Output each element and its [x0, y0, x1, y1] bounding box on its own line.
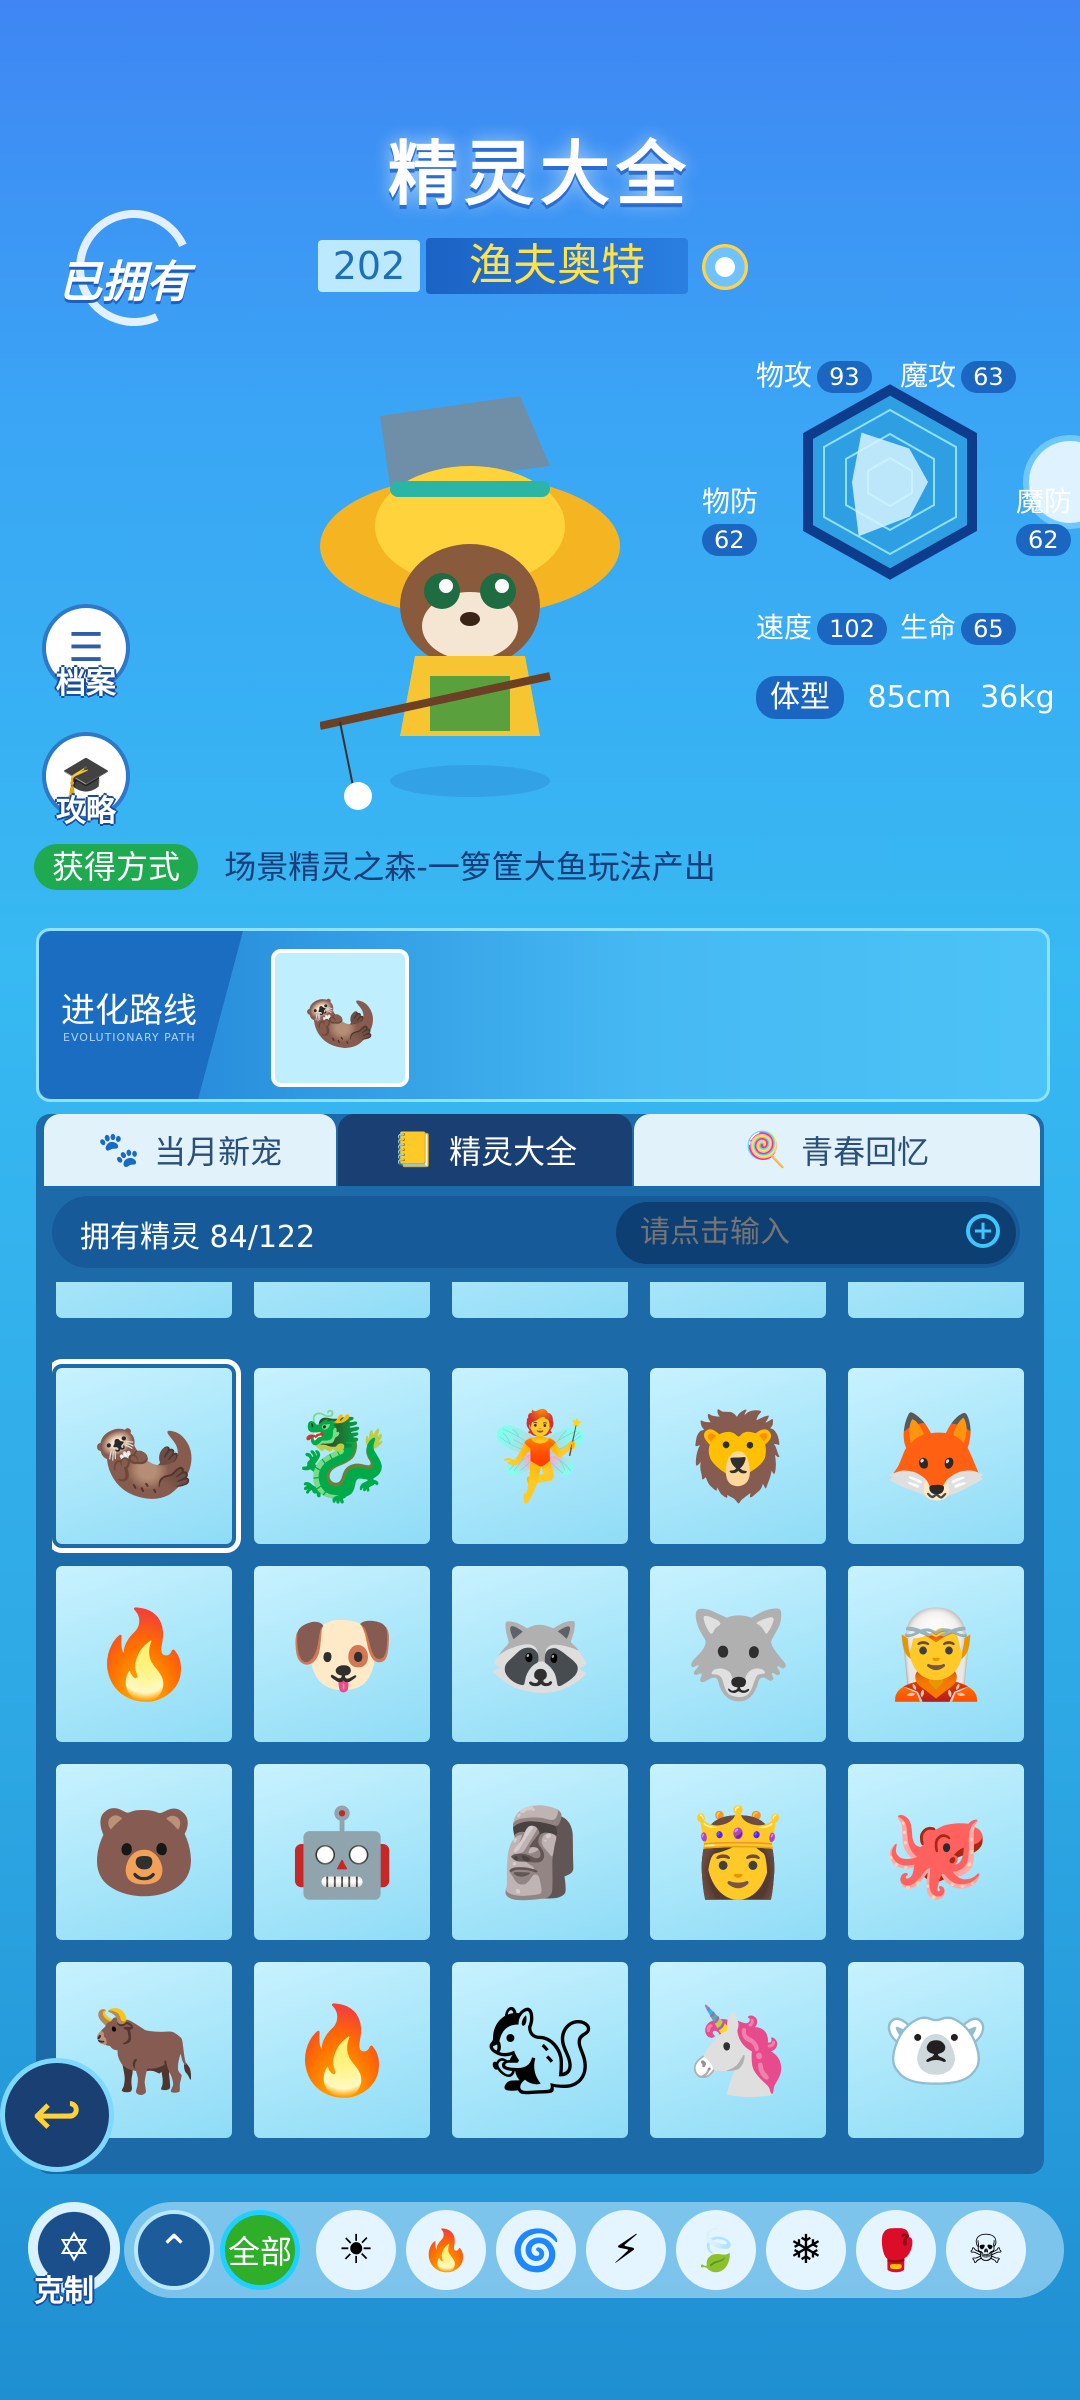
- pet-thumbnail: 🐂: [90, 2000, 198, 2101]
- pet-thumbnail: 🐶: [288, 1604, 396, 1705]
- pet-card[interactable]: [56, 1282, 232, 1318]
- ice-icon[interactable]: ❄: [766, 2210, 846, 2290]
- search-input[interactable]: [638, 1210, 942, 1256]
- stat-mag-def: 魔防 62: [1016, 485, 1073, 556]
- grass-icon[interactable]: 🍃: [676, 2210, 756, 2290]
- tab-bar: 🐾 当月新宠 📒 精灵大全 🍭 青春回忆: [44, 1114, 1040, 1186]
- owned-badge: 已拥有: [58, 193, 209, 343]
- pet-card[interactable]: 🐶: [254, 1566, 430, 1742]
- pet-thumbnail: 🐻: [90, 1802, 198, 1903]
- pet-thumbnail: 🗿: [486, 1802, 594, 1903]
- owned-count: 拥有精灵 84/122: [80, 1220, 316, 1255]
- stat-speed: 速度 102: [756, 606, 887, 646]
- pet-thumbnail: 🦦: [90, 1406, 198, 1507]
- poison-icon[interactable]: ☠: [946, 2210, 1026, 2290]
- obtain-label: 获得方式: [34, 844, 199, 890]
- evolution-title: 进化路线: [61, 991, 197, 1031]
- pet-thumbnail: 🐿: [485, 2000, 595, 2101]
- tab-pet-encyclopedia[interactable]: 📒 精灵大全: [338, 1114, 632, 1186]
- pet-thumbnail: 🦄: [684, 2000, 792, 2101]
- pet-name: 渔夫奥特: [426, 238, 688, 294]
- fire-icon[interactable]: 🔥: [406, 2210, 486, 2290]
- pet-thumbnail: 🧚: [486, 1406, 594, 1507]
- paw-icon: 🐾: [97, 1130, 141, 1170]
- pet-thumbnail: 🦝: [486, 1604, 594, 1705]
- pet-card[interactable]: 🧚: [452, 1368, 628, 1544]
- owned-badge-label: 已拥有: [58, 257, 190, 308]
- pet-card[interactable]: 🐻: [56, 1764, 232, 1940]
- pet-number: 202: [318, 240, 420, 292]
- light-icon[interactable]: ☀: [316, 2210, 396, 2290]
- pet-card[interactable]: 🦝: [452, 1566, 628, 1742]
- tab-youth-memories[interactable]: 🍭 青春回忆: [634, 1114, 1040, 1186]
- water-element-icon[interactable]: [702, 244, 748, 290]
- pet-thumbnail: 🤖: [288, 1802, 396, 1903]
- collapse-up-icon[interactable]: ⌃: [134, 2210, 214, 2290]
- pet-thumbnail: 🐻‍❄: [882, 2000, 990, 2101]
- body-type: 体型 85cm 36kg: [756, 672, 1055, 719]
- back-button[interactable]: ↩: [0, 2058, 114, 2172]
- lollipop-icon: 🍭: [744, 1130, 788, 1170]
- guide-button[interactable]: 🎓 攻略: [42, 732, 130, 829]
- archive-label: 档案: [56, 666, 116, 701]
- electric-icon[interactable]: ⚡: [586, 2210, 666, 2290]
- pet-card[interactable]: 🔥: [254, 1962, 430, 2138]
- evolution-subtitle: EVOLUTIONARY PATH: [63, 1031, 196, 1044]
- evolution-panel: 进化路线 EVOLUTIONARY PATH 🦦: [36, 928, 1050, 1102]
- body-weight: 36kg: [980, 680, 1055, 715]
- pet-card[interactable]: 👸: [650, 1764, 826, 1940]
- pet-thumbnail: 🐺: [684, 1604, 792, 1705]
- obtain-text: 场景精灵之森-一箩筐大鱼玩法产出: [224, 848, 716, 886]
- filter-all-button[interactable]: 全部: [220, 2210, 300, 2290]
- counter-label: 克制: [34, 2274, 94, 2309]
- tab-monthly-new[interactable]: 🐾 当月新宠: [44, 1114, 336, 1186]
- page-title: 精灵大全: [388, 133, 692, 215]
- pet-grid: 🦦 🐉 🧚 🦁 🦊 🔥 🐶 🦝 🐺 🧝 🐻 🤖 🗿 👸 🐙 🐂 🔥 🐿 🦄 🐻‍❄: [52, 1282, 1028, 2172]
- pet-card[interactable]: 🧝: [848, 1566, 1024, 1742]
- pet-card[interactable]: [254, 1282, 430, 1318]
- stats-radar: 物攻 93 魔攻 63 物防 62 魔防 62 速度 102 生命 65: [690, 340, 1080, 660]
- pet-thumbnail: 🐙: [882, 1802, 990, 1903]
- pet-thumbnail: 🐉: [288, 1406, 396, 1507]
- pet-card[interactable]: 🦦: [52, 1359, 241, 1553]
- body-type-label: 体型: [756, 676, 844, 719]
- search-icon[interactable]: +: [966, 1214, 1000, 1248]
- pet-card[interactable]: 🤖: [254, 1764, 430, 1940]
- pet-card[interactable]: [452, 1282, 628, 1318]
- pet-card[interactable]: 🐉: [254, 1368, 430, 1544]
- guide-label: 攻略: [56, 794, 116, 829]
- book-icon: 📒: [392, 1130, 436, 1170]
- pet-card[interactable]: 🗿: [452, 1764, 628, 1940]
- stat-phys-atk: 物攻 93: [756, 354, 872, 394]
- stat-hp: 生命 65: [900, 606, 1016, 646]
- pet-card[interactable]: 🐿: [452, 1962, 628, 2138]
- stat-phys-def: 物防 62: [702, 485, 759, 556]
- obtain-method: 获得方式 场景精灵之森-一箩筐大鱼玩法产出: [34, 842, 716, 890]
- pet-thumbnail: 🧝: [882, 1604, 990, 1705]
- search-box: +: [616, 1202, 1016, 1264]
- pet-card[interactable]: 🐙: [848, 1764, 1024, 1940]
- pet-card[interactable]: 🦄: [650, 1962, 826, 2138]
- stat-mag-atk: 魔攻 63: [900, 354, 1016, 394]
- pet-card[interactable]: 🦁: [650, 1368, 826, 1544]
- pet-card[interactable]: 🦊: [848, 1368, 1024, 1544]
- pet-thumbnail: 🔥: [90, 1604, 198, 1705]
- pet-card[interactable]: 🐻‍❄: [848, 1962, 1024, 2138]
- pet-card[interactable]: [848, 1282, 1024, 1318]
- pet-card[interactable]: 🔥: [56, 1566, 232, 1742]
- pet-card[interactable]: [650, 1282, 826, 1318]
- body-height: 85cm: [867, 680, 952, 715]
- back-arrow-icon: ↩: [31, 2080, 83, 2150]
- pet-thumbnail: 👸: [684, 1802, 792, 1903]
- element-filter-bar: ✡ 克制 ⌃ 全部 ☀ 🔥 🌀 ⚡ 🍃 ❄ 🥊 ☠: [0, 2190, 1080, 2400]
- pet-thumbnail: 🦁: [684, 1406, 792, 1507]
- pet-thumbnail: 🔥: [288, 2000, 396, 2101]
- water-icon[interactable]: 🌀: [496, 2210, 576, 2290]
- pet-card[interactable]: 🐺: [650, 1566, 826, 1742]
- pet-illustration: [319, 376, 620, 816]
- archive-button[interactable]: ☰ 档案: [42, 604, 130, 701]
- evolution-stage-card[interactable]: 🦦: [271, 949, 409, 1087]
- fighting-icon[interactable]: 🥊: [856, 2210, 936, 2290]
- pet-thumbnail: 🦊: [882, 1406, 990, 1507]
